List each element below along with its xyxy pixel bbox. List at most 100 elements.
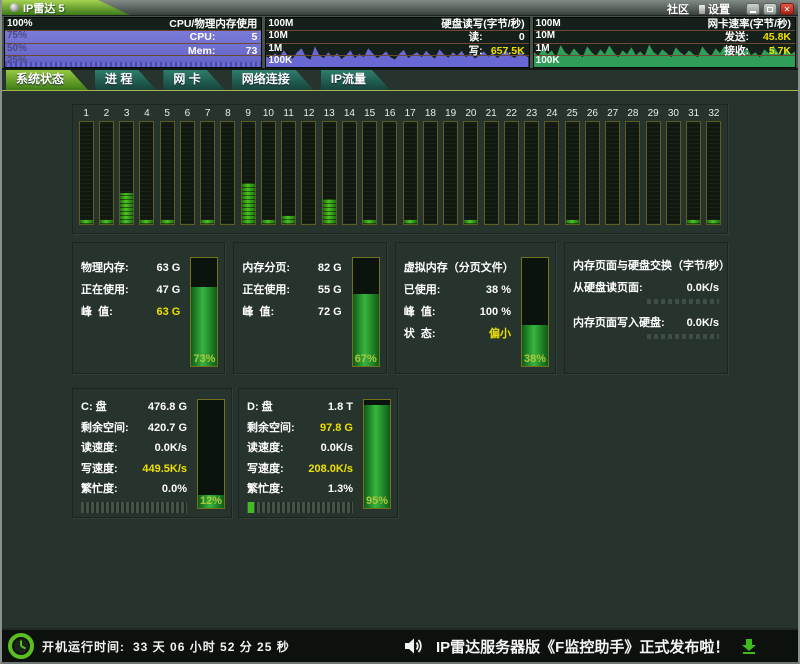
core-bar <box>160 121 175 225</box>
core-bar <box>119 121 134 225</box>
virtual-memory-panel: 虚拟内存（分页文件） 已使用:38 %峰 值:100 %状 态:偏小 38% <box>395 242 556 374</box>
speaker-icon[interactable] <box>404 637 424 655</box>
row-label: 读速度: <box>247 438 284 459</box>
panel-row: 内存页面写入硬盘:0.0K/s <box>573 312 719 334</box>
tab-4[interactable]: IP流量 <box>321 70 390 90</box>
disk-c-panel: C: 盘476.8 G剩余空间:420.7 G读速度:0.0K/s写速度:449… <box>72 388 232 518</box>
scale-label: 100M <box>536 18 561 30</box>
core-gauge-2: 2 <box>96 107 116 227</box>
announcement-block: IP雷达服务器版《F监控助手》正式发布啦！ <box>404 630 757 662</box>
maximize-button[interactable] <box>763 3 777 15</box>
disk-read-readout: 读:0 <box>441 31 524 44</box>
row-value: 38 % <box>486 279 511 301</box>
core-bar <box>261 121 276 225</box>
core-bar <box>180 121 195 225</box>
core-number: 32 <box>704 107 724 121</box>
row-label: 内存分页: <box>242 257 290 279</box>
row-label: 内存页面写入硬盘: <box>573 312 665 334</box>
settings-button[interactable]: 设置 <box>699 1 730 17</box>
cpu-cores-panel: 1234567891011121314151617181920212223242… <box>72 104 728 234</box>
uptime-block: 开机运行时间: 33 天 06 小时 52 分 25 秒 <box>2 633 290 659</box>
row-label: 剩余空间: <box>81 418 129 439</box>
scale-label: 100K <box>536 55 561 67</box>
tab-1[interactable]: 进 程 <box>95 70 156 90</box>
core-gauge-24: 24 <box>542 107 562 227</box>
panel-row: 正在使用:47 G <box>81 279 180 301</box>
panel-row: 读速度:0.0K/s <box>81 438 187 459</box>
row-label: 状 态: <box>404 323 436 345</box>
disk-write-readout: 写:657.5K <box>441 45 524 58</box>
core-number: 15 <box>360 107 380 121</box>
minimize-icon <box>750 11 756 13</box>
disk-io-graph-panel: 100M10M1M100K 硬盘读写(字节/秒) 读:0 写:657.5K <box>265 17 529 68</box>
row-label: 剩余空间: <box>247 418 295 439</box>
row-value: 1.8 T <box>328 397 353 418</box>
row-label: 正在使用: <box>242 279 290 301</box>
panel-row: 峰 值:63 G <box>81 301 180 323</box>
disk-scale-labels: 100M10M1M100K <box>268 18 293 68</box>
core-bar <box>362 121 377 225</box>
disk-panel-title: 硬盘读写(字节/秒) <box>441 18 524 31</box>
row-value: 100 % <box>480 301 511 323</box>
download-icon[interactable] <box>741 638 757 654</box>
core-gauge-22: 22 <box>501 107 521 227</box>
core-gauge-12: 12 <box>299 107 319 227</box>
uptime-label: 开机运行时间: <box>42 638 125 655</box>
core-gauge-19: 19 <box>441 107 461 227</box>
row-label: D: 盘 <box>247 397 273 418</box>
core-gauge-16: 16 <box>380 107 400 227</box>
core-gauge-26: 26 <box>582 107 602 227</box>
core-gauge-25: 25 <box>562 107 582 227</box>
core-number: 11 <box>279 107 299 121</box>
swap-history-bar <box>647 334 719 339</box>
scale-label: 50% <box>7 43 33 55</box>
tab-3[interactable]: 网络连接 <box>232 70 314 90</box>
uptime-value: 33 天 06 小时 52 分 25 秒 <box>133 638 290 655</box>
panel-row: 从硬盘读页面:0.0K/s <box>573 277 719 299</box>
core-gauge-31: 31 <box>684 107 704 227</box>
virtual-memory-gauge: 38% <box>521 257 549 367</box>
minimize-button[interactable] <box>746 3 760 15</box>
disk-d-busy-segment <box>248 502 254 513</box>
core-gauge-5: 5 <box>157 107 177 227</box>
core-gauge-27: 27 <box>603 107 623 227</box>
physical-memory-gauge: 73% <box>190 257 218 367</box>
clock-icon <box>8 633 34 659</box>
core-number: 19 <box>441 107 461 121</box>
core-bar <box>301 121 316 225</box>
core-gauge-6: 6 <box>177 107 197 227</box>
row-label: 繁忙度: <box>247 479 284 500</box>
titlebar: IP雷达 5 社区 设置 ✕ <box>2 0 798 15</box>
maximize-icon <box>767 7 773 12</box>
row-label: 峰 值: <box>81 301 113 323</box>
core-bar <box>646 121 661 225</box>
gauge-percent-label: 12% <box>198 495 224 507</box>
panel-row: 峰 值:100 % <box>404 301 511 323</box>
core-gauge-23: 23 <box>522 107 542 227</box>
core-gauge-13: 13 <box>319 107 339 227</box>
disk-d-busy-bar <box>247 502 353 513</box>
row-value: 0.0% <box>162 479 187 500</box>
settings-icon <box>699 5 705 14</box>
core-gauge-20: 20 <box>461 107 481 227</box>
tab-2[interactable]: 网 卡 <box>163 70 224 90</box>
memory-panels-row: 物理内存:63 G正在使用:47 G峰 值:63 G 73% 内存分页:82 G… <box>72 242 728 374</box>
row-label: 写速度: <box>81 459 118 480</box>
core-bar <box>99 121 114 225</box>
core-number: 8 <box>218 107 238 121</box>
announcement-text[interactable]: IP雷达服务器版《F监控助手》正式发布啦！ <box>436 636 729 657</box>
core-bar <box>625 121 640 225</box>
row-value: 97.8 G <box>320 418 353 439</box>
title-badge: IP雷达 5 <box>2 0 232 15</box>
core-number: 1 <box>76 107 96 121</box>
memory-paging-panel: 内存分页:82 G正在使用:55 G峰 值:72 G 67% <box>233 242 386 374</box>
gauge-percent-label: 38% <box>522 353 548 365</box>
row-value: 420.7 G <box>148 418 187 439</box>
row-label: 已使用: <box>404 279 441 301</box>
tab-0[interactable]: 系统状态 <box>6 70 88 90</box>
close-button[interactable]: ✕ <box>780 3 794 15</box>
core-number: 13 <box>319 107 339 121</box>
disk-panels-row: C: 盘476.8 G剩余空间:420.7 G读速度:0.0K/s写速度:449… <box>72 388 728 518</box>
core-gauge-28: 28 <box>623 107 643 227</box>
community-button[interactable]: 社区 <box>667 1 689 17</box>
